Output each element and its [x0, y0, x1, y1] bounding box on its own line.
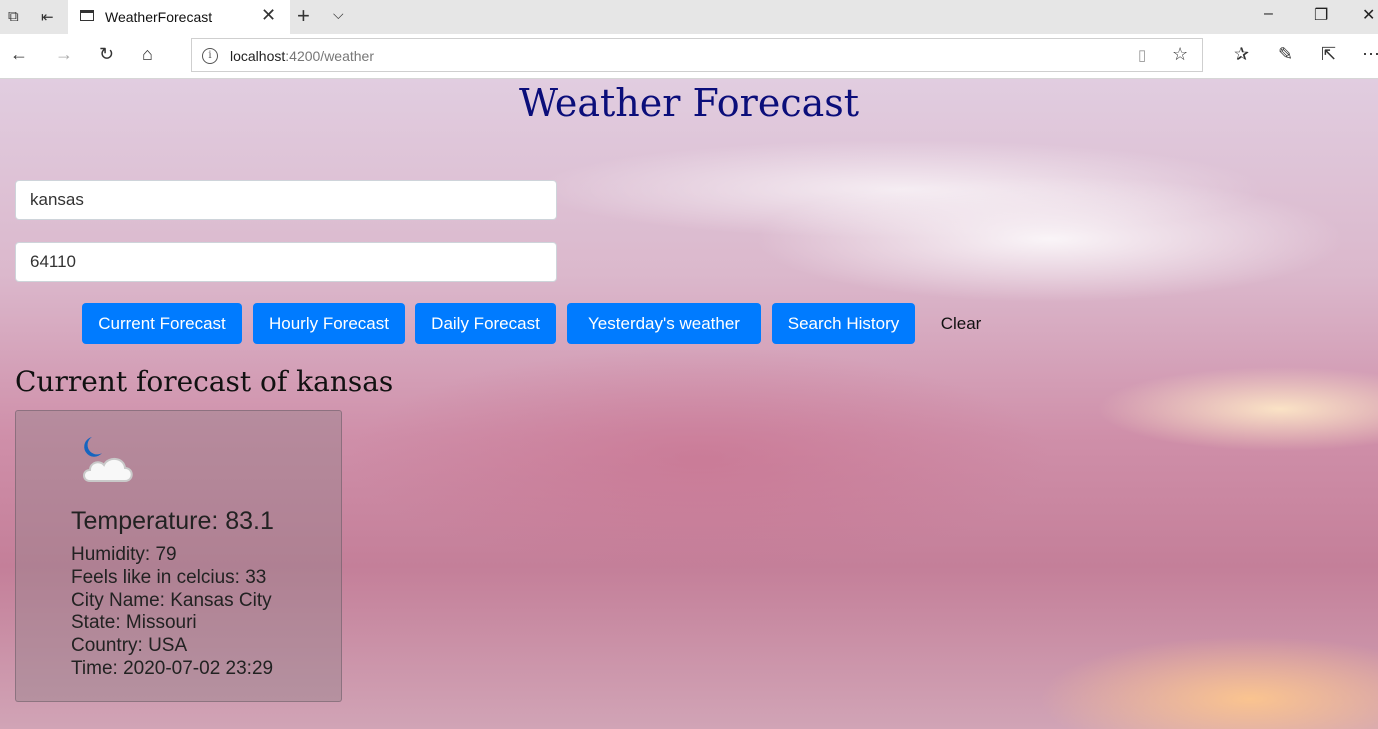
search-history-button[interactable]: Search History	[772, 303, 915, 344]
address-bar[interactable]: i localhost:4200/weather ▯ ☆	[191, 38, 1203, 72]
home-icon[interactable]: ⌂	[142, 44, 153, 65]
back-icon[interactable]: ←	[10, 44, 28, 65]
favorites-icon[interactable]: ✰	[1234, 44, 1249, 65]
chevron-down-icon[interactable]: ⌵	[333, 6, 344, 23]
hourly-forecast-button[interactable]: Hourly Forecast	[253, 303, 405, 344]
share-icon[interactable]: ⇱	[1321, 44, 1336, 65]
night-partly-cloudy-icon	[83, 437, 133, 482]
yesterday-weather-button[interactable]: Yesterday's weather	[567, 303, 761, 344]
page-title: Weather Forecast	[518, 81, 860, 125]
close-window-icon[interactable]: ✕	[1362, 5, 1375, 25]
feels-like-text: Feels like in celcius: 33	[71, 567, 267, 588]
page-icon	[80, 10, 94, 21]
temperature-text: Temperature: 83.1	[71, 507, 274, 535]
time-text: Time: 2020-07-02 23:29	[71, 658, 274, 679]
favorite-star-icon[interactable]: ☆	[1172, 44, 1188, 65]
current-forecast-button[interactable]: Current Forecast	[82, 303, 242, 344]
page-content: Weather Forecast Current Forecast Hourly…	[0, 79, 1378, 729]
forward-icon[interactable]: →	[55, 44, 73, 65]
info-icon[interactable]: i	[202, 48, 218, 64]
more-icon[interactable]: ⋯	[1362, 44, 1378, 65]
forecast-card: Temperature: 83.1 Humidity: 79 Feels lik…	[15, 410, 342, 702]
browser-tab-bar: ⧉ ⇤ WeatherForecast ✕ + ⌵ – ❐ ✕	[0, 0, 1378, 34]
tab-manager-icon[interactable]: ⧉	[8, 8, 19, 25]
clear-button[interactable]: Clear	[930, 303, 992, 344]
daily-forecast-button[interactable]: Daily Forecast	[415, 303, 556, 344]
zip-input[interactable]	[15, 242, 557, 282]
browser-tab[interactable]: WeatherForecast ✕	[68, 0, 290, 34]
url-text[interactable]: localhost:4200/weather	[230, 48, 374, 64]
tab-title: WeatherForecast	[105, 9, 213, 25]
minimize-icon[interactable]: –	[1264, 5, 1273, 23]
current-forecast-heading: Current forecast of kansas	[15, 365, 394, 398]
close-tab-icon[interactable]: ✕	[261, 5, 276, 26]
set-aside-tabs-icon[interactable]: ⇤	[41, 8, 54, 26]
city-name-text: City Name: Kansas City	[71, 590, 272, 611]
city-input[interactable]	[15, 180, 557, 220]
refresh-icon[interactable]: ↻	[99, 44, 114, 65]
reading-view-icon[interactable]: ▯	[1138, 46, 1146, 64]
new-tab-icon[interactable]: +	[297, 3, 310, 29]
state-text: State: Missouri	[71, 612, 197, 633]
browser-nav-bar: ← → ↻ ⌂ i localhost:4200/weather ▯ ☆ ✰ ✎…	[0, 34, 1378, 79]
country-text: Country: USA	[71, 635, 188, 656]
restore-icon[interactable]: ❐	[1314, 5, 1328, 25]
humidity-text: Humidity: 79	[71, 544, 177, 565]
notes-pen-icon[interactable]: ✎	[1278, 44, 1293, 65]
